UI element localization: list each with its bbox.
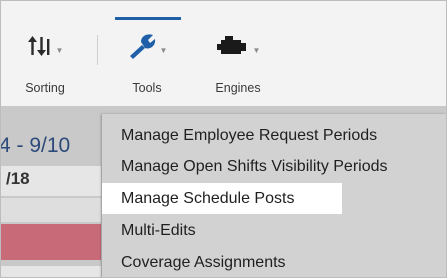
sorting-button[interactable]: ▼ Sorting (7, 1, 83, 106)
toolbar-divider (97, 35, 98, 65)
menu-item-coverage-assignments[interactable]: Coverage Assignments (102, 247, 442, 277)
tools-button[interactable]: ▼ Tools (112, 1, 182, 106)
sorting-icon (27, 35, 53, 62)
menu-item-manage-schedule-posts[interactable]: Manage Schedule Posts (102, 183, 342, 214)
date-range-header: 4 - 9/10 (0, 134, 71, 157)
engines-button[interactable]: ▼ Engines (201, 1, 275, 106)
date-label: /18 (6, 169, 30, 188)
menu-item-multi-edits[interactable]: Multi-Edits (102, 215, 442, 246)
tools-dropdown-menu: Manage Employee Request Periods Manage O… (102, 114, 446, 277)
chevron-down-icon: ▼ (159, 45, 168, 55)
chevron-down-icon: ▼ (55, 45, 64, 55)
menu-item-manage-open-shifts-visibility-periods[interactable]: Manage Open Shifts Visibility Periods (102, 151, 442, 182)
grid-row (1, 266, 101, 277)
chevron-down-icon: ▼ (252, 45, 261, 55)
tools-label: Tools (132, 81, 162, 95)
app-window: ▼ Sorting ▼ Tools ▼ Engines 4 - 9/10 /18… (0, 0, 447, 278)
sorting-label: Sorting (25, 81, 65, 95)
engines-label: Engines (215, 81, 261, 95)
shift-block[interactable] (1, 224, 101, 260)
date-column-header: /18 (1, 166, 101, 196)
wrench-icon (127, 33, 157, 64)
engine-icon (216, 35, 250, 62)
grid-row (1, 198, 101, 222)
menu-item-manage-employee-request-periods[interactable]: Manage Employee Request Periods (102, 120, 442, 151)
toolbar: ▼ Sorting ▼ Tools ▼ Engines (1, 1, 446, 106)
